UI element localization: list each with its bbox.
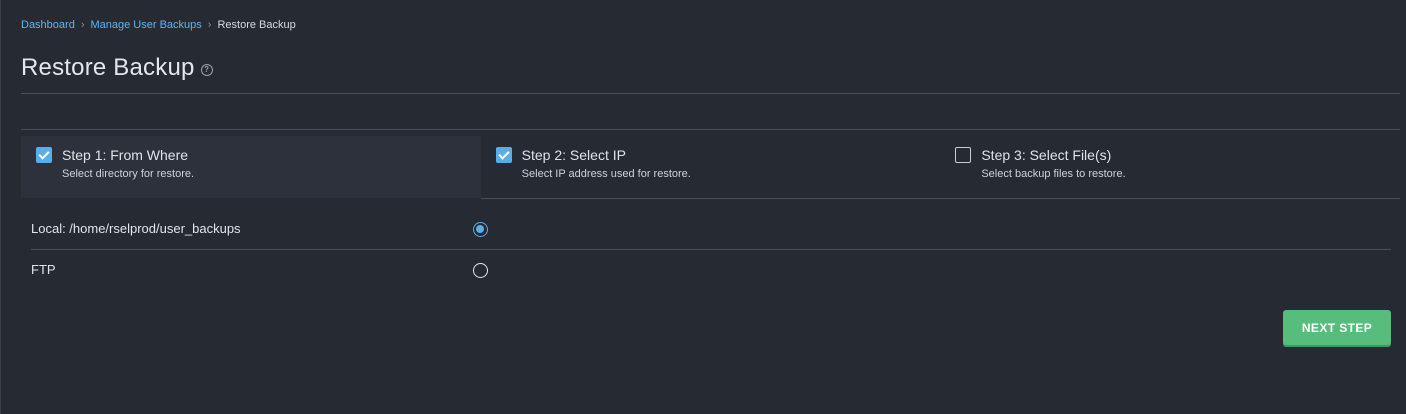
option-divider (31, 249, 1391, 250)
title-row: Restore Backup ? (21, 54, 213, 82)
radio-local[interactable] (473, 222, 488, 237)
step-from-where[interactable]: Step 1: From Where Select directory for … (21, 136, 481, 198)
page-title: Restore Backup (21, 54, 195, 81)
step-title: Step 1: From Where (62, 147, 189, 163)
breadcrumb-dashboard[interactable]: Dashboard (21, 19, 75, 31)
help-icon[interactable]: ? (200, 63, 213, 76)
wizard-steps: Step 1: From Where Select directory for … (21, 136, 1400, 198)
chevron-right-icon: › (80, 19, 85, 31)
radio-ftp[interactable] (473, 263, 488, 278)
chevron-right-icon: › (207, 19, 212, 31)
steps-bottom-divider (481, 198, 1400, 199)
step-description: Select IP address used for restore. (521, 168, 691, 180)
option-label-local: Local: /home/rselprod/user_backups (31, 221, 241, 236)
option-local[interactable]: Local: /home/rselprod/user_backups (31, 220, 1391, 260)
option-ftp[interactable]: FTP (31, 261, 1391, 301)
checkbox-unchecked-icon (955, 147, 972, 163)
checkbox-checked-icon (495, 147, 512, 163)
step-select-ip[interactable]: Step 2: Select IP Select IP address used… (481, 136, 941, 198)
step-description: Select directory for restore. (62, 168, 195, 180)
next-step-button[interactable]: NEXT STEP (1283, 310, 1391, 345)
step-select-files[interactable]: Step 3: Select File(s) Select backup fil… (940, 136, 1400, 198)
step-title: Step 3: Select File(s) (981, 147, 1112, 163)
breadcrumb: Dashboard › Manage User Backups › Restor… (21, 18, 296, 32)
step-description: Select backup files to restore. (981, 168, 1126, 180)
breadcrumb-current: Restore Backup (217, 19, 296, 31)
checkbox-checked-icon (36, 147, 52, 163)
title-divider (21, 93, 1400, 94)
left-edge-divider (0, 0, 1, 414)
option-label-ftp: FTP (31, 262, 56, 277)
breadcrumb-manage-user-backups[interactable]: Manage User Backups (91, 19, 202, 31)
step-title: Step 2: Select IP (521, 147, 626, 163)
steps-top-divider (21, 129, 1400, 130)
